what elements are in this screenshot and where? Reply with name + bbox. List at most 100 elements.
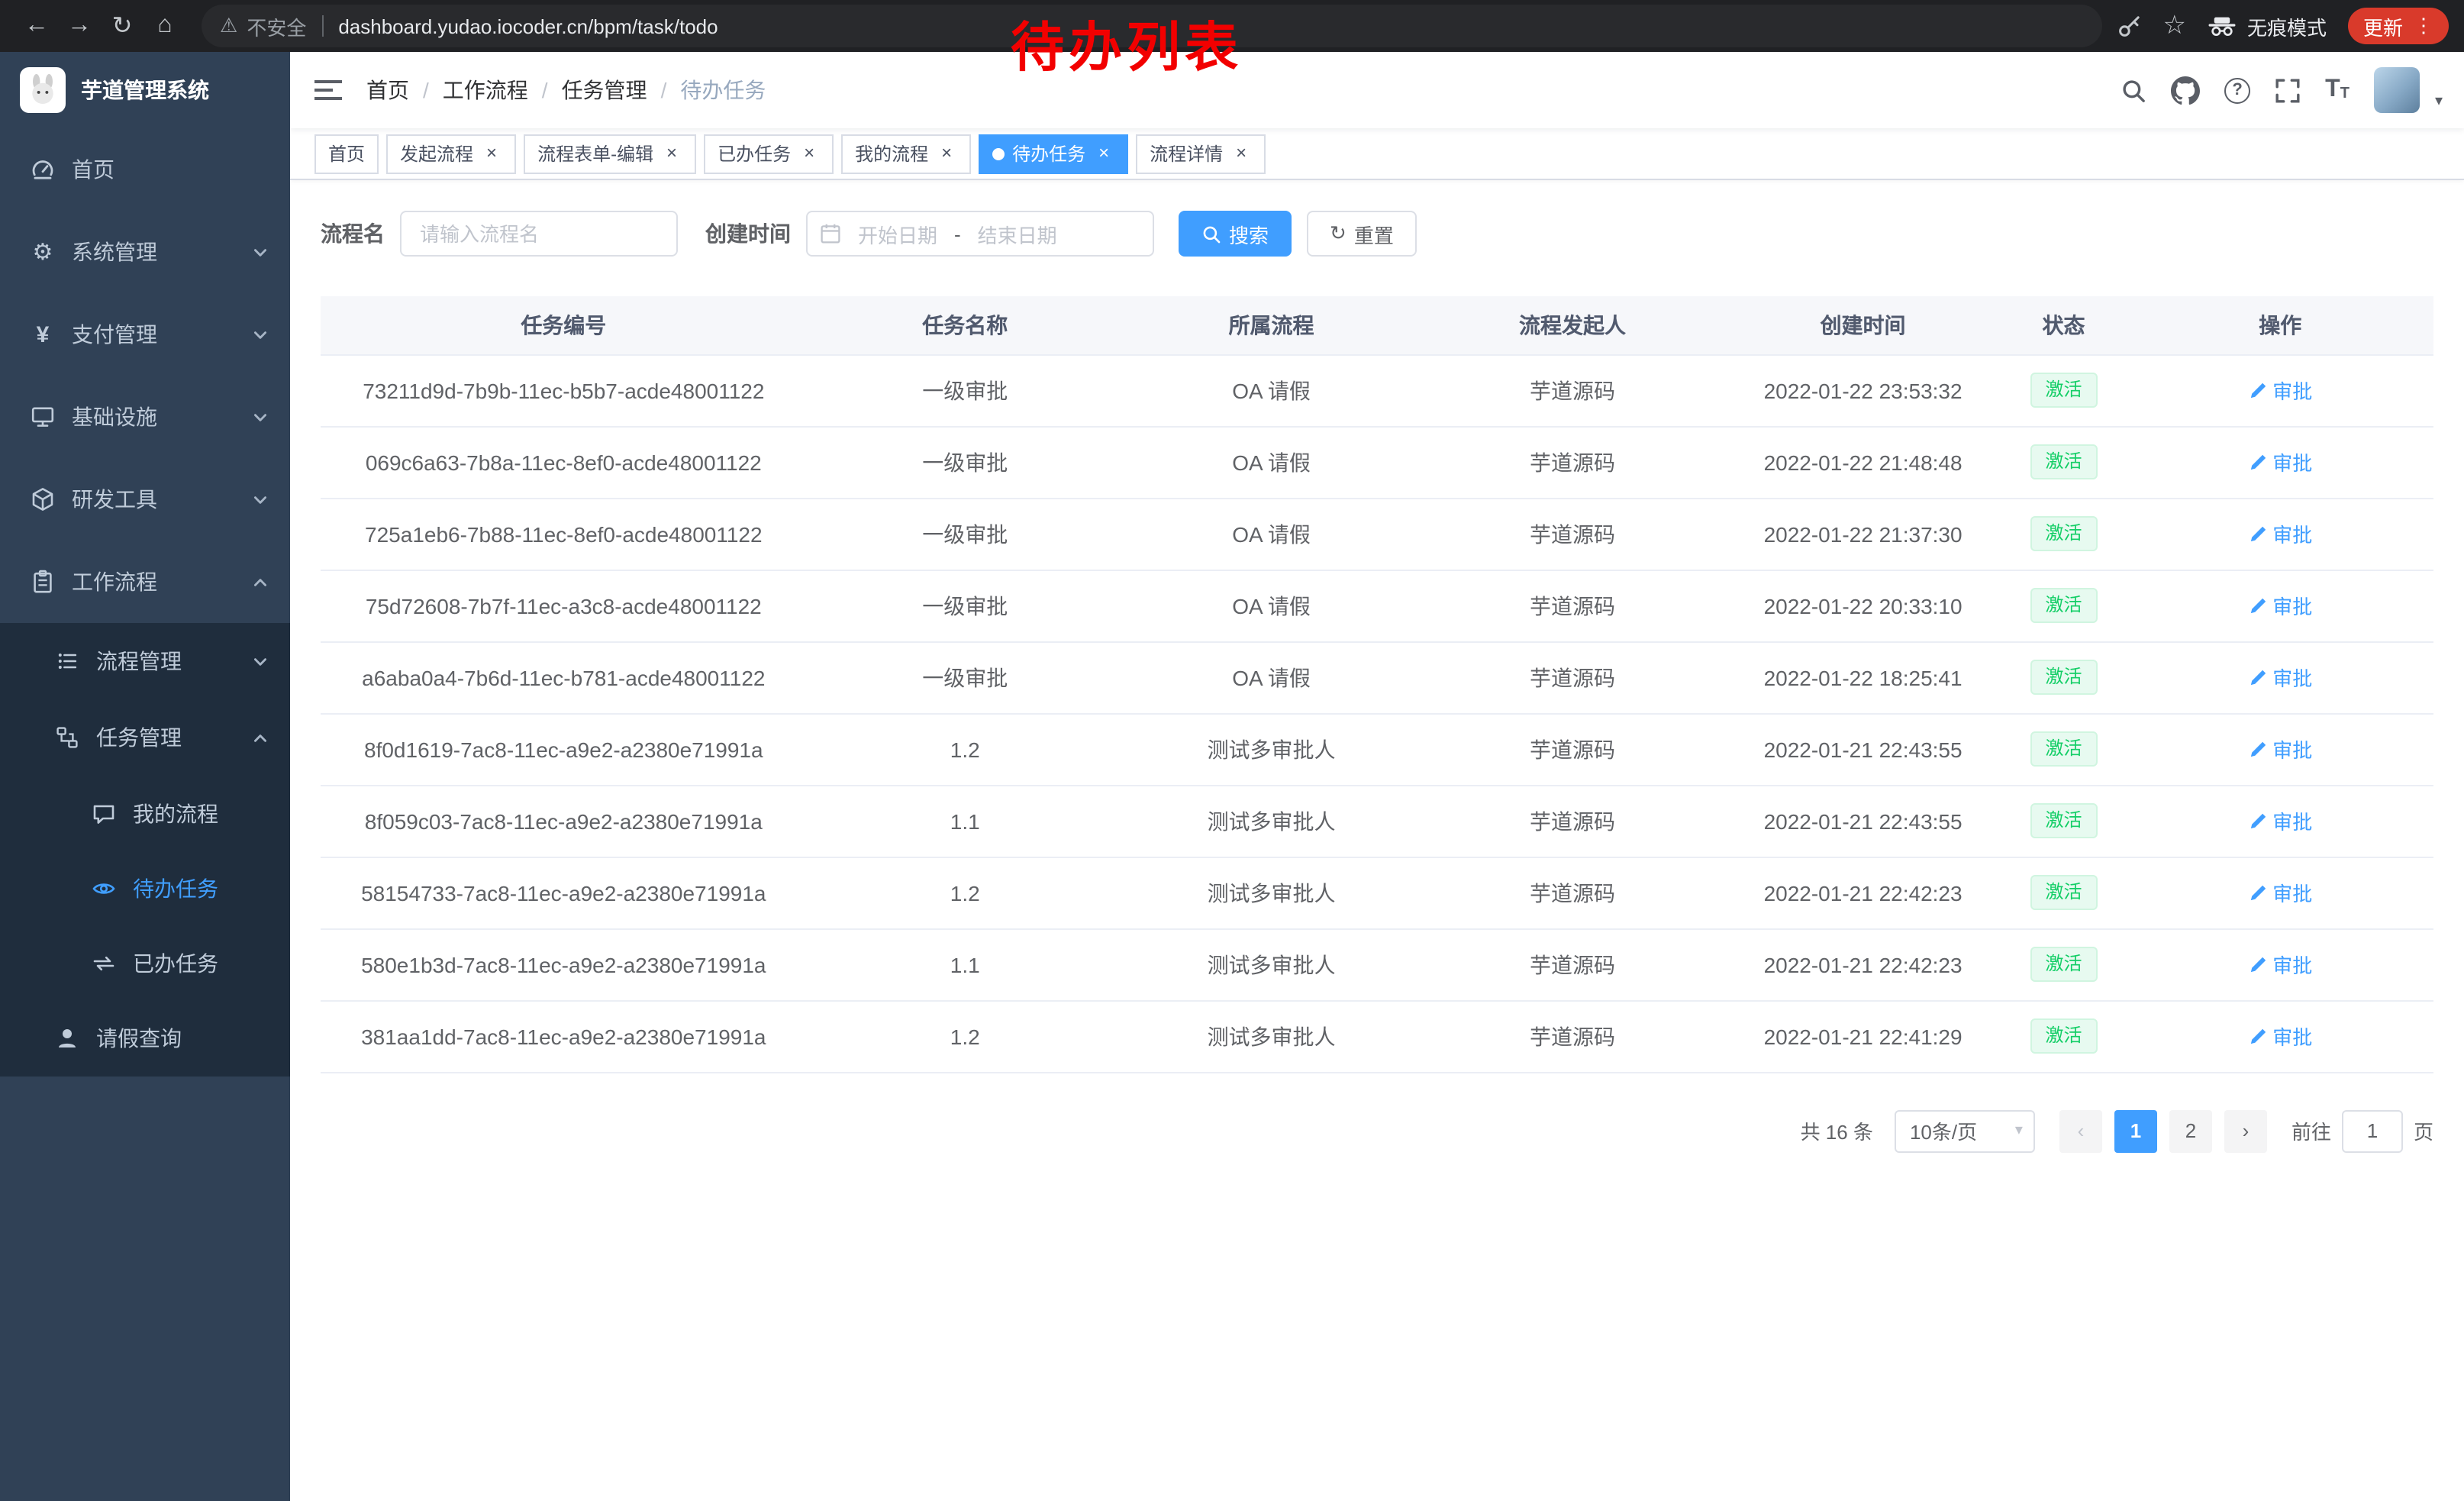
header-search-icon[interactable] — [2121, 77, 2146, 103]
status-badge: 激活 — [2030, 660, 2097, 695]
github-icon[interactable] — [2171, 76, 2200, 105]
browser-menu-icon[interactable]: ⋮ — [2414, 14, 2433, 38]
tab-close-icon[interactable]: × — [936, 143, 957, 164]
approve-link[interactable]: 审批 — [2248, 519, 2312, 548]
sidebar-toggle-icon[interactable] — [290, 79, 366, 101]
approve-link[interactable]: 审批 — [2248, 447, 2312, 476]
sidebar-item-infrastructure[interactable]: 基础设施 — [0, 376, 290, 458]
tab-close-icon[interactable]: × — [481, 143, 502, 164]
breadcrumb: 首页 / 工作流程 / 任务管理 / 待办任务 — [366, 75, 766, 105]
cell-process: 测试多审批人 — [1124, 713, 1420, 785]
tab-close-icon[interactable]: × — [798, 143, 820, 164]
cell-process: 测试多审批人 — [1124, 857, 1420, 928]
sidebar-item-my-processes[interactable]: 我的流程 — [0, 776, 290, 851]
tab-todo-tasks[interactable]: 待办任务 × — [979, 134, 1128, 173]
sidebar-item-workflow[interactable]: 工作流程 — [0, 541, 290, 623]
status-badge: 激活 — [2030, 947, 2097, 982]
tab-process-form-edit[interactable]: 流程表单-编辑 × — [524, 134, 696, 173]
cell-task-id: 73211d9d-7b9b-11ec-b5b7-acde48001122 — [321, 354, 807, 426]
monitor-icon — [31, 405, 55, 429]
page-size-select[interactable]: 10条/页 ▾ — [1895, 1109, 2035, 1152]
tab-start-process[interactable]: 发起流程 × — [386, 134, 516, 173]
browser-home-icon[interactable]: ⌂ — [144, 5, 186, 47]
reset-button[interactable]: ↻ 重置 — [1307, 211, 1417, 257]
table-row: 069c6a63-7b8a-11ec-8ef0-acde48001122 一级审… — [321, 426, 2433, 498]
fullscreen-icon[interactable] — [2275, 77, 2301, 103]
cell-task-name: 一级审批 — [807, 641, 1124, 713]
avatar-caret-down-icon[interactable]: ▾ — [2435, 93, 2443, 113]
status-badge: 激活 — [2030, 444, 2097, 479]
breadcrumb-home[interactable]: 首页 — [366, 75, 409, 105]
page-button-1[interactable]: 1 — [2114, 1109, 2157, 1152]
tab-close-icon[interactable]: × — [661, 143, 682, 164]
tab-close-icon[interactable]: × — [1093, 143, 1114, 164]
cell-create-time: 2022-01-21 22:41:29 — [1726, 1000, 2001, 1072]
yen-icon: ¥ — [31, 322, 55, 347]
bookmark-star-icon[interactable]: ☆ — [2162, 11, 2186, 41]
cell-process: 测试多审批人 — [1124, 1000, 1420, 1072]
sidebar-item-process-management[interactable]: 流程管理 — [0, 623, 290, 699]
breadcrumb-task-management[interactable]: 任务管理 — [562, 75, 647, 105]
breadcrumb-workflow[interactable]: 工作流程 — [443, 75, 528, 105]
col-starter: 流程发起人 — [1419, 296, 1725, 354]
sidebar-item-todo-tasks[interactable]: 待办任务 — [0, 851, 290, 925]
user-avatar[interactable] — [2374, 67, 2420, 113]
prev-page-button[interactable]: ‹ — [2059, 1109, 2102, 1152]
approve-link[interactable]: 审批 — [2248, 1022, 2312, 1051]
sidebar-item-system[interactable]: ⚙ 系统管理 — [0, 211, 290, 293]
sidebar-item-label: 请假查询 — [96, 1023, 182, 1054]
browser-back-icon[interactable]: ← — [15, 5, 58, 47]
approve-link[interactable]: 审批 — [2248, 878, 2312, 907]
help-icon[interactable]: ? — [2224, 77, 2250, 103]
tab-close-icon[interactable]: × — [1230, 143, 1252, 164]
sidebar-item-devtools[interactable]: 研发工具 — [0, 458, 290, 541]
tab-done-tasks[interactable]: 已办任务 × — [704, 134, 834, 173]
cell-starter: 芋道源码 — [1419, 570, 1725, 641]
app-title: 芋道管理系统 — [81, 75, 209, 105]
font-size-icon[interactable]: TT — [2325, 78, 2350, 102]
password-key-icon[interactable] — [2117, 14, 2141, 38]
approve-link[interactable]: 审批 — [2248, 734, 2312, 763]
next-page-button[interactable]: › — [2224, 1109, 2267, 1152]
cell-task-name: 1.1 — [807, 928, 1124, 1000]
sidebar-item-payment[interactable]: ¥ 支付管理 — [0, 293, 290, 376]
browser-reload-icon[interactable]: ↻ — [101, 5, 144, 47]
approve-link[interactable]: 审批 — [2248, 950, 2312, 979]
approve-link[interactable]: 审批 — [2248, 376, 2312, 405]
address-bar[interactable]: ⚠ 不安全 dashboard.yudao.iocoder.cn/bpm/tas… — [202, 5, 2101, 47]
cell-starter: 芋道源码 — [1419, 785, 1725, 857]
incognito-label: 无痕模式 — [2247, 11, 2327, 40]
status-badge: 激活 — [2030, 731, 2097, 767]
sidebar-item-done-tasks[interactable]: 已办任务 — [0, 925, 290, 1000]
sidebar-item-label: 支付管理 — [72, 319, 157, 350]
approve-link[interactable]: 审批 — [2248, 591, 2312, 620]
goto-label: 前往 — [2291, 1116, 2331, 1145]
pencil-icon — [2248, 453, 2266, 471]
tab-process-detail[interactable]: 流程详情 × — [1136, 134, 1266, 173]
table-row: 8f059c03-7ac8-11ec-a9e2-a2380e71991a 1.1… — [321, 785, 2433, 857]
goto-page-input[interactable] — [2342, 1109, 2403, 1152]
pencil-icon — [2248, 668, 2266, 686]
page-url: dashboard.yudao.iocoder.cn/bpm/task/todo — [338, 15, 718, 37]
tab-my-processes[interactable]: 我的流程 × — [841, 134, 971, 173]
app-logo[interactable]: 芋道管理系统 — [0, 52, 290, 128]
search-button[interactable]: 搜索 — [1179, 211, 1292, 257]
top-navbar: 首页 / 工作流程 / 任务管理 / 待办任务 ? — [290, 52, 2464, 128]
approve-link[interactable]: 审批 — [2248, 663, 2312, 692]
tab-home[interactable]: 首页 — [314, 134, 379, 173]
sidebar-item-leave-query[interactable]: 请假查询 — [0, 1000, 290, 1077]
process-name-input[interactable] — [400, 211, 678, 257]
workflow-submenu: 流程管理 任务管理 我的流程 待办任务 — [0, 623, 290, 1077]
date-range-picker[interactable]: 开始日期 - 结束日期 — [806, 211, 1154, 257]
page-button-2[interactable]: 2 — [2169, 1109, 2212, 1152]
cell-process: 测试多审批人 — [1124, 928, 1420, 1000]
browser-update-button[interactable]: 更新 ⋮ — [2348, 8, 2449, 44]
sidebar-item-task-management[interactable]: 任务管理 — [0, 699, 290, 776]
sidebar-item-home[interactable]: 首页 — [0, 128, 290, 211]
browser-forward-icon[interactable]: → — [58, 5, 101, 47]
approve-link[interactable]: 审批 — [2248, 806, 2312, 835]
status-badge: 激活 — [2030, 875, 2097, 910]
cell-create-time: 2022-01-22 21:37:30 — [1726, 498, 2001, 570]
incognito-icon — [2208, 16, 2237, 36]
dashboard-icon — [31, 157, 55, 182]
